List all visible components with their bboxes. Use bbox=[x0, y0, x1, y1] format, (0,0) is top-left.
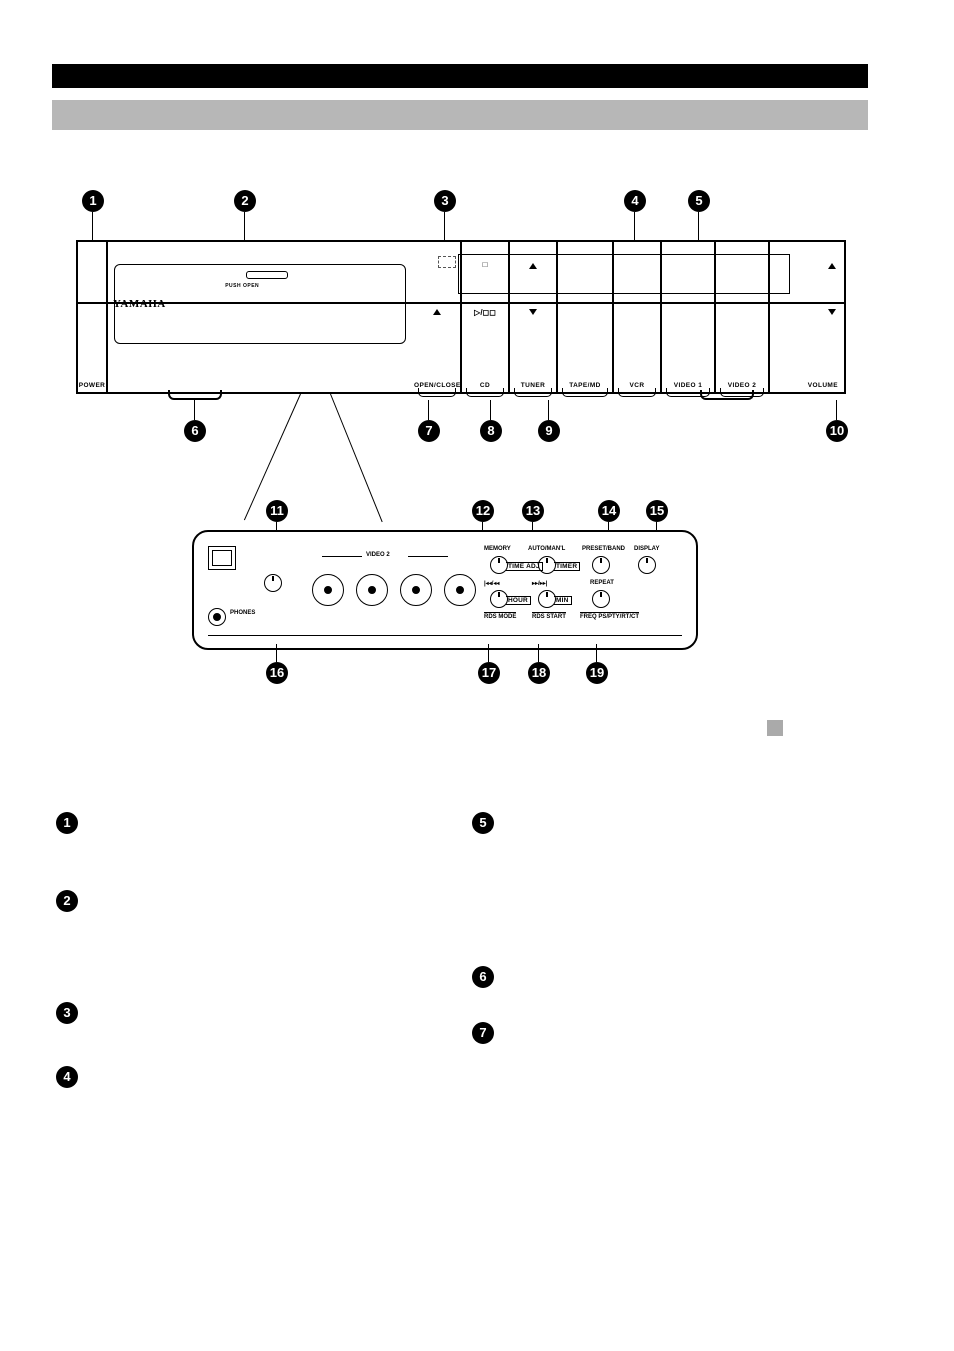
tape-md-button[interactable]: TAPE/MD bbox=[558, 242, 614, 392]
callout-badge: 12 bbox=[472, 500, 494, 522]
callout-badge: 19 bbox=[586, 662, 608, 684]
power-label: POWER bbox=[78, 382, 106, 389]
callout-badge: 16 bbox=[266, 662, 288, 684]
tuner-button[interactable]: TUNER bbox=[510, 242, 558, 392]
callout-badge: 11 bbox=[266, 500, 288, 522]
tray-sublabel: PUSH OPEN bbox=[225, 283, 259, 289]
repeat-label: REPEAT bbox=[590, 580, 614, 586]
memory-label: MEMORY bbox=[484, 546, 511, 552]
card-slot-icon bbox=[208, 546, 236, 570]
eject-icon bbox=[433, 308, 441, 317]
callout-badge: 13 bbox=[522, 500, 544, 522]
chevron-down-icon bbox=[828, 308, 836, 317]
skip-fwd-label: ▸▸/▸▸| bbox=[532, 580, 547, 587]
callout-badge: 18 bbox=[528, 662, 550, 684]
svg-text:YAMAHA: YAMAHA bbox=[113, 298, 166, 308]
volume-label: VOLUME bbox=[808, 382, 838, 389]
callout-badge: 1 bbox=[82, 190, 104, 212]
display-label: DISPLAY bbox=[634, 546, 659, 552]
brand-logo: YAMAHA bbox=[113, 296, 173, 306]
preset-band-button[interactable] bbox=[592, 556, 610, 574]
callout-badge: 7 bbox=[418, 420, 440, 442]
leader-line bbox=[596, 644, 597, 662]
play-pause-button[interactable]: □ ▷/◻◻ CD bbox=[462, 242, 510, 392]
leader-line bbox=[428, 400, 429, 420]
video2-button[interactable]: VIDEO 2 bbox=[716, 242, 770, 392]
video2-jack-2[interactable] bbox=[356, 574, 388, 606]
chevron-down-icon bbox=[529, 308, 537, 317]
phones-label: PHONES bbox=[230, 610, 255, 616]
desc-badge: 5 bbox=[472, 812, 494, 834]
video2-bracket bbox=[322, 556, 362, 557]
min-label: MIN bbox=[554, 596, 572, 605]
video2-jack-1[interactable] bbox=[312, 574, 344, 606]
tray-hatch-icon bbox=[246, 271, 288, 279]
video2-jack-3[interactable] bbox=[400, 574, 432, 606]
video1-button[interactable]: VIDEO 1 bbox=[662, 242, 716, 392]
page-marker bbox=[767, 720, 783, 736]
desc-badge: 3 bbox=[56, 1002, 78, 1024]
leader-line bbox=[92, 212, 93, 242]
freq-label: FREQ PS/PTY/RT/CT bbox=[580, 612, 639, 620]
callout-badge: 6 bbox=[184, 420, 206, 442]
open-close-button[interactable]: OPEN/CLOSE bbox=[414, 242, 462, 392]
time-adj-label: TIME ADJ bbox=[506, 562, 543, 571]
callout-badge: 8 bbox=[480, 420, 502, 442]
preset-band-label: PRESET/BAND bbox=[582, 546, 625, 552]
callout-badge: 9 bbox=[538, 420, 560, 442]
callout-badge: 5 bbox=[688, 190, 710, 212]
stop-icon: □ bbox=[483, 260, 488, 269]
subtitle-gray-bar bbox=[52, 100, 868, 130]
desc-badge: 4 bbox=[56, 1066, 78, 1088]
leader-line bbox=[836, 400, 837, 420]
leader-line bbox=[488, 644, 489, 662]
desc-badge: 7 bbox=[472, 1022, 494, 1044]
vcr-button[interactable]: VCR bbox=[614, 242, 662, 392]
title-black-bar bbox=[52, 64, 868, 88]
leader-line bbox=[194, 400, 195, 420]
device-front-panel: POWER PUSH OPEN YAMAHA OPEN/CLOSE □ ▷/◻◻… bbox=[76, 240, 846, 394]
video2-group-label: VIDEO 2 bbox=[366, 552, 390, 558]
chevron-up-icon bbox=[529, 262, 537, 271]
display-button[interactable] bbox=[638, 556, 656, 574]
callout-badge: 10 bbox=[826, 420, 848, 442]
leader-line bbox=[538, 644, 539, 662]
desc-badge: 1 bbox=[56, 812, 78, 834]
callout-badge: 14 bbox=[598, 500, 620, 522]
rds-start-label: RDS START bbox=[532, 612, 566, 620]
desc-badge: 2 bbox=[56, 890, 78, 912]
callout-badge: 15 bbox=[646, 500, 668, 522]
leader-line bbox=[490, 400, 491, 420]
timer-label: TIMER bbox=[554, 562, 580, 571]
hour-label: HOUR bbox=[506, 596, 531, 605]
detail-door-panel: PHONES VIDEO 2 MEMORY AUTO/MAN'L PRESET/… bbox=[192, 530, 698, 650]
zoom-line bbox=[330, 394, 383, 522]
repeat-button[interactable] bbox=[592, 590, 610, 608]
volume-buttons[interactable]: VOLUME bbox=[770, 242, 842, 392]
callout-badge: 4 bbox=[624, 190, 646, 212]
callout-badge: 17 bbox=[478, 662, 500, 684]
rds-mode-label: RDS MODE bbox=[484, 612, 516, 620]
phones-jack[interactable] bbox=[208, 608, 226, 626]
power-button[interactable]: POWER bbox=[78, 242, 108, 392]
video2-jack-4[interactable] bbox=[444, 574, 476, 606]
door-edge bbox=[208, 635, 682, 638]
chevron-up-icon bbox=[828, 262, 836, 271]
video2-bracket bbox=[408, 556, 448, 557]
skip-back-label: |◂◂/◂◂ bbox=[484, 580, 499, 587]
desc-badge: 6 bbox=[472, 966, 494, 988]
callout-badge: 3 bbox=[434, 190, 456, 212]
play-pause-icon: ▷/◻◻ bbox=[474, 308, 496, 317]
phones-level-knob[interactable] bbox=[264, 574, 282, 592]
auto-manl-label: AUTO/MAN'L bbox=[528, 546, 565, 552]
leader-line bbox=[548, 400, 549, 420]
callout-badge: 2 bbox=[234, 190, 256, 212]
leader-line bbox=[276, 644, 277, 662]
